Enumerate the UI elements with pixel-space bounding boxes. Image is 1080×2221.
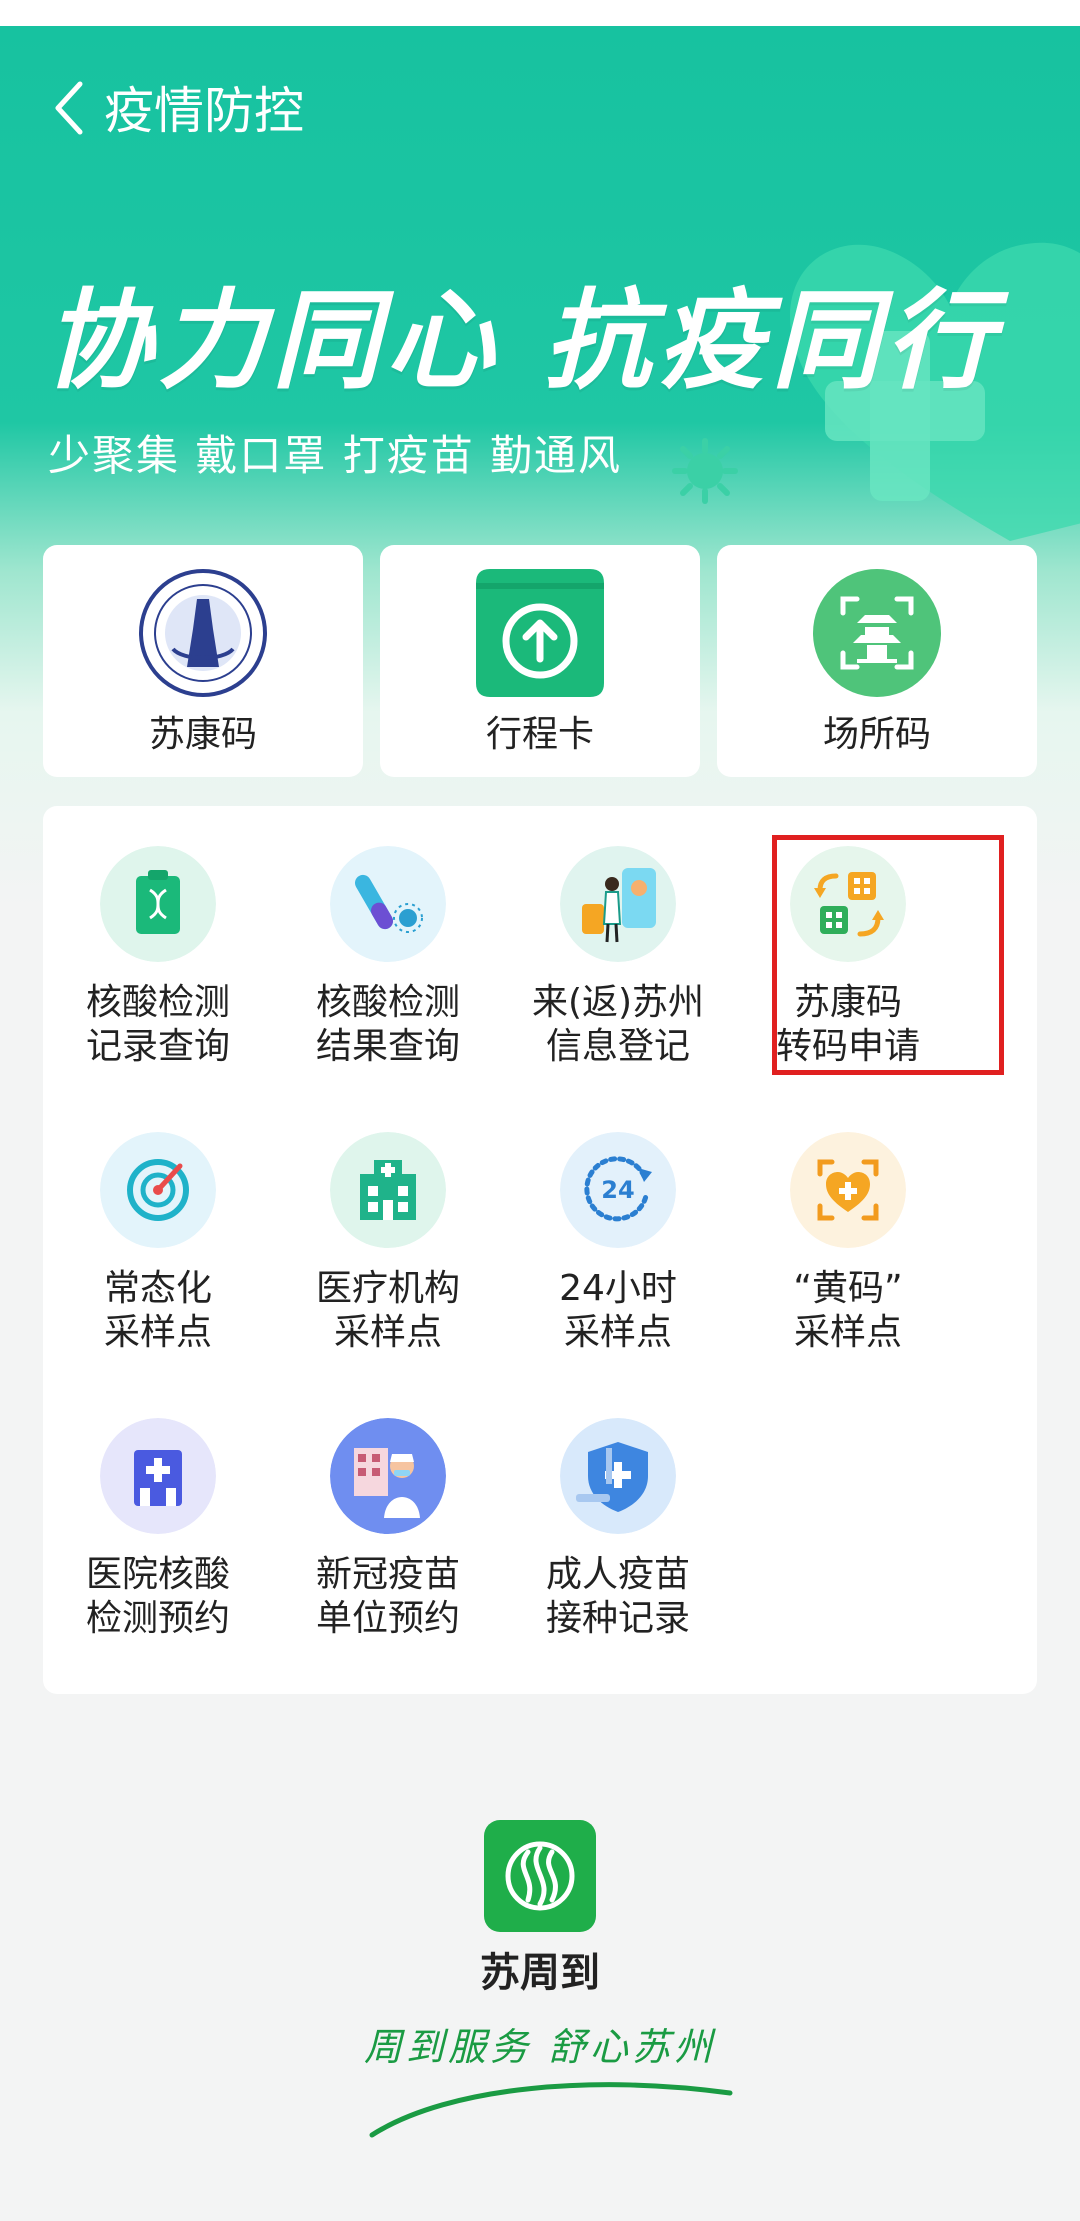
service-nucleic-result-query[interactable]: 核酸检测 结果查询 bbox=[273, 806, 503, 1067]
service-label: “黄码” 采样点 bbox=[793, 1268, 903, 1353]
virus-icon bbox=[672, 438, 738, 504]
quick-card-changsuoma[interactable]: 场所码 bbox=[717, 545, 1037, 777]
service-yellow-code-sites[interactable]: “黄码” 采样点 bbox=[733, 1092, 963, 1353]
heart-scan-icon bbox=[790, 1132, 906, 1248]
service-label: 常态化 采样点 bbox=[103, 1268, 212, 1353]
back-button[interactable] bbox=[44, 78, 94, 138]
quick-card-label: 行程卡 bbox=[485, 714, 594, 755]
code-transfer-icon bbox=[790, 846, 906, 962]
dna-clipboard-icon bbox=[100, 846, 216, 962]
status-bar bbox=[0, 0, 1080, 26]
services-grid: 核酸检测 记录查询 核酸检测 结果查询 来(返)苏州 信息登记 苏康码 转码申请… bbox=[43, 806, 1037, 1694]
quick-card-label: 苏康码 bbox=[148, 714, 257, 755]
service-label: 成人疫苗 接种记录 bbox=[545, 1554, 690, 1639]
quick-card-label: 场所码 bbox=[822, 714, 931, 755]
quick-card-xingchengka[interactable]: 行程卡 bbox=[380, 545, 700, 777]
service-return-suzhou-registration[interactable]: 来(返)苏州 信息登记 bbox=[503, 806, 733, 1067]
traveler-luggage-icon bbox=[560, 846, 676, 962]
service-label: 来(返)苏州 信息登记 bbox=[531, 982, 705, 1067]
service-medical-institution-sites[interactable]: 医疗机构 采样点 bbox=[273, 1092, 503, 1353]
service-label: 医院核酸 检测预约 bbox=[85, 1554, 230, 1639]
quick-card-sukangma[interactable]: 苏康码 bbox=[43, 545, 363, 777]
service-code-transfer-application[interactable]: 苏康码 转码申请 bbox=[733, 806, 963, 1067]
itinerary-card-upload-icon bbox=[476, 569, 604, 697]
test-tube-virus-icon bbox=[330, 846, 446, 962]
service-label: 医疗机构 采样点 bbox=[315, 1268, 460, 1353]
hero-slogan: 协力同心 抗疫同行 bbox=[44, 278, 1000, 404]
service-label: 核酸检测 结果查询 bbox=[315, 982, 460, 1067]
service-label: 24小时 采样点 bbox=[559, 1268, 677, 1353]
chevron-left-icon bbox=[55, 81, 83, 135]
service-label: 新冠疫苗 单位预约 bbox=[315, 1554, 460, 1639]
page-title: 疫情防控 bbox=[104, 82, 304, 140]
service-label: 核酸检测 记录查询 bbox=[85, 982, 230, 1067]
service-regular-sampling-sites[interactable]: 常态化 采样点 bbox=[43, 1092, 273, 1353]
service-hospital-test-appointment[interactable]: 医院核酸 检测预约 bbox=[43, 1378, 273, 1639]
hospital-building-icon bbox=[330, 1132, 446, 1248]
brand-name: 苏周到 bbox=[480, 1950, 600, 1996]
24h-clock-icon: 24 bbox=[560, 1132, 676, 1248]
health-commission-seal-icon bbox=[139, 569, 267, 697]
tagline-swoosh bbox=[369, 2082, 733, 2138]
vaccine-shield-icon bbox=[560, 1418, 676, 1534]
service-24h-sampling-sites[interactable]: 24 24小时 采样点 bbox=[503, 1092, 733, 1353]
service-adult-vaccination-records[interactable]: 成人疫苗 接种记录 bbox=[503, 1378, 733, 1639]
target-location-icon bbox=[100, 1132, 216, 1248]
service-nucleic-record-query[interactable]: 核酸检测 记录查询 bbox=[43, 806, 273, 1067]
logo-mark bbox=[505, 1841, 575, 1911]
service-covid-vaccine-unit-appointment[interactable]: 新冠疫苗 单位预约 bbox=[273, 1378, 503, 1639]
suzhoudao-logo-icon bbox=[484, 1820, 596, 1932]
svg-text:24: 24 bbox=[601, 1176, 634, 1204]
service-label: 苏康码 转码申请 bbox=[775, 982, 920, 1067]
nurse-vaccine-icon bbox=[330, 1418, 446, 1534]
venue-scan-pavilion-icon bbox=[813, 569, 941, 697]
quick-actions: 苏康码 行程卡 场所码 bbox=[43, 545, 1037, 777]
hero-subtitle: 少聚集 戴口罩 打疫苗 勤通风 bbox=[48, 431, 623, 480]
hospital-cross-icon bbox=[100, 1418, 216, 1534]
